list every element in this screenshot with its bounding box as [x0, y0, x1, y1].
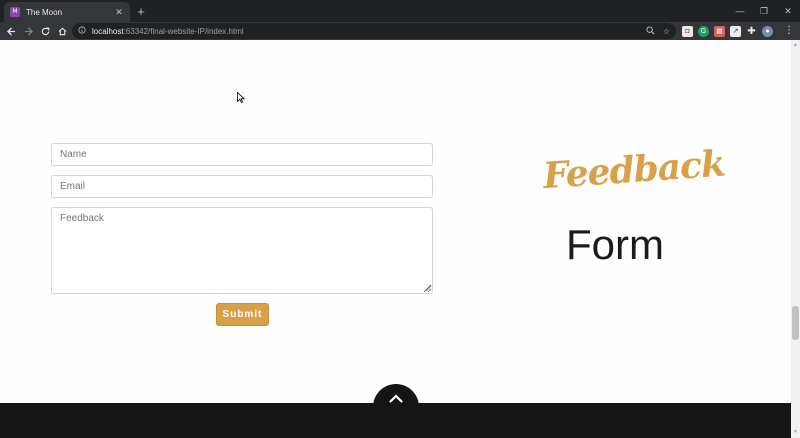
scroll-down-arrow-icon[interactable]: ▼	[793, 430, 798, 435]
submit-button[interactable]: Submit	[216, 303, 269, 326]
info-icon[interactable]	[78, 26, 88, 36]
reload-icon[interactable]	[37, 22, 54, 40]
name-input[interactable]	[51, 143, 433, 166]
back-icon[interactable]	[3, 22, 20, 40]
browser-tab[interactable]: M The Moon ✕	[4, 2, 130, 22]
tab-close-icon[interactable]: ✕	[114, 7, 124, 17]
email-input[interactable]	[51, 175, 433, 198]
restore-icon[interactable]: ❐	[752, 0, 776, 22]
page-viewport: Submit Feedback Form	[0, 40, 791, 438]
pocket-extension-icon[interactable]: ◘	[682, 25, 693, 37]
zoom-icon[interactable]	[646, 25, 655, 37]
close-window-icon[interactable]: ✕	[776, 0, 800, 22]
url-path: :63342/final-website-IP/index.html	[123, 26, 244, 36]
scroll-up-arrow-icon[interactable]: ▲	[793, 43, 798, 48]
heading-script-text: Feedback	[541, 142, 727, 198]
resize-grip-icon[interactable]	[424, 284, 432, 292]
profile-avatar-icon[interactable]: ●	[762, 25, 773, 37]
menu-icon[interactable]: ⋮	[784, 24, 794, 38]
screenshot-extension-icon[interactable]: ↗	[730, 25, 741, 37]
colorpick-extension-icon[interactable]: ▦	[714, 25, 725, 37]
url-host: localhost	[92, 26, 124, 36]
minimize-icon[interactable]: —	[728, 0, 752, 22]
back-to-top-button[interactable]	[373, 384, 419, 430]
mouse-cursor-icon	[237, 92, 245, 103]
scroll-thumb[interactable]	[792, 306, 799, 340]
tab-title: The Moon	[26, 7, 63, 17]
home-icon[interactable]	[54, 22, 71, 40]
window-controls: — ❐ ✕	[728, 0, 800, 22]
new-tab-icon[interactable]: +	[135, 5, 147, 19]
tab-strip: M The Moon ✕ + — ❐ ✕	[0, 0, 800, 22]
page-scrollbar[interactable]: ▲ ▼	[791, 40, 800, 438]
extensions-icon[interactable]: ✚	[746, 26, 757, 37]
forward-icon[interactable]	[20, 22, 37, 40]
grammarly-extension-icon[interactable]: G	[698, 25, 709, 37]
chevron-up-icon	[389, 394, 403, 403]
heading-main-text: Form	[566, 221, 664, 268]
address-bar[interactable]: localhost :63342/final-website-IP/index.…	[72, 23, 676, 39]
star-icon[interactable]: ☆	[663, 27, 670, 36]
extensions-bar: ◘ G ▦ ↗ ✚ ●	[682, 24, 773, 38]
feedback-textarea[interactable]	[51, 207, 433, 294]
favicon-icon: M	[10, 7, 20, 17]
